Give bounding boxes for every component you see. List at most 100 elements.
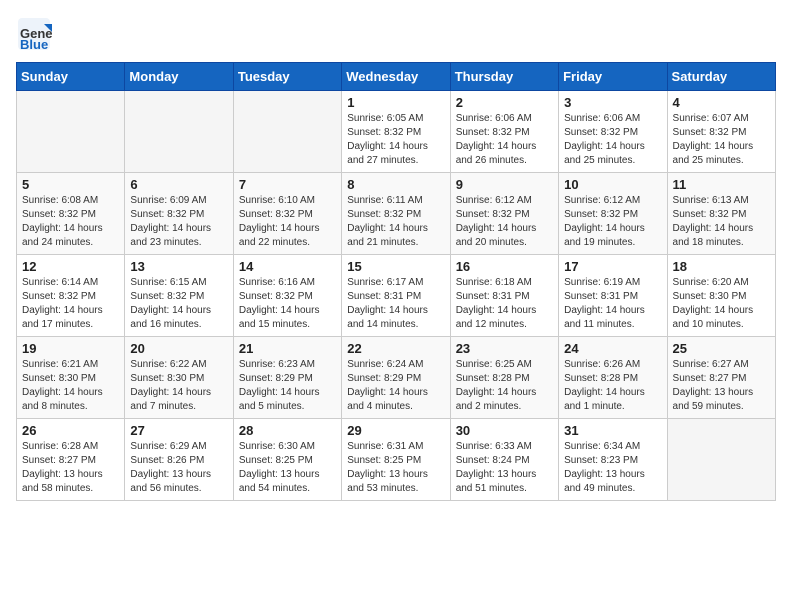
day-info: Sunrise: 6:28 AM Sunset: 8:27 PM Dayligh… (22, 440, 119, 496)
calendar-cell: 25 Sunrise: 6:27 AM Sunset: 8:27 PM Dayli… (667, 337, 775, 419)
day-number: 1 (347, 95, 444, 110)
day-info: Sunrise: 6:26 AM Sunset: 8:28 PM Dayligh… (564, 358, 661, 414)
day-number: 26 (22, 423, 119, 438)
logo: General Blue (16, 16, 52, 52)
day-info: Sunrise: 6:29 AM Sunset: 8:26 PM Dayligh… (130, 440, 227, 496)
calendar-cell: 17 Sunrise: 6:19 AM Sunset: 8:31 PM Dayli… (559, 255, 667, 337)
calendar-cell: 30 Sunrise: 6:33 AM Sunset: 8:24 PM Dayli… (450, 419, 558, 501)
day-number: 28 (239, 423, 336, 438)
day-number: 29 (347, 423, 444, 438)
col-header-friday: Friday (559, 63, 667, 91)
calendar-cell: 11 Sunrise: 6:13 AM Sunset: 8:32 PM Dayli… (667, 173, 775, 255)
col-header-thursday: Thursday (450, 63, 558, 91)
day-number: 15 (347, 259, 444, 274)
day-info: Sunrise: 6:14 AM Sunset: 8:32 PM Dayligh… (22, 276, 119, 332)
calendar-cell: 20Sunrise: 6:22 AM Sunset: 8:30 PM Dayli… (125, 337, 233, 419)
calendar-cell: 29 Sunrise: 6:31 AM Sunset: 8:25 PM Dayli… (342, 419, 450, 501)
day-number: 6 (130, 177, 227, 192)
day-number: 5 (22, 177, 119, 192)
day-info: Sunrise: 6:16 AM Sunset: 8:32 PM Dayligh… (239, 276, 336, 332)
calendar-week-1: 1 Sunrise: 6:05 AM Sunset: 8:32 PM Daylig… (17, 91, 776, 173)
col-header-wednesday: Wednesday (342, 63, 450, 91)
calendar-week-3: 12 Sunrise: 6:14 AM Sunset: 8:32 PM Dayli… (17, 255, 776, 337)
day-info: Sunrise: 6:27 AM Sunset: 8:27 PM Dayligh… (673, 358, 770, 414)
calendar-cell: 21Sunrise: 6:23 AM Sunset: 8:29 PM Dayli… (233, 337, 341, 419)
day-info: Sunrise: 6:09 AM Sunset: 8:32 PM Dayligh… (130, 194, 227, 250)
calendar-cell: 8 Sunrise: 6:11 AM Sunset: 8:32 PM Daylig… (342, 173, 450, 255)
calendar-cell: 28 Sunrise: 6:30 AM Sunset: 8:25 PM Dayli… (233, 419, 341, 501)
day-number: 23 (456, 341, 553, 356)
day-number: 22 (347, 341, 444, 356)
day-number: 8 (347, 177, 444, 192)
day-info: Sunrise: 6:18 AM Sunset: 8:31 PM Dayligh… (456, 276, 553, 332)
day-info: Sunrise: 6:11 AM Sunset: 8:32 PM Dayligh… (347, 194, 444, 250)
calendar-cell: 24 Sunrise: 6:26 AM Sunset: 8:28 PM Dayli… (559, 337, 667, 419)
day-info: Sunrise: 6:31 AM Sunset: 8:25 PM Dayligh… (347, 440, 444, 496)
day-number: 16 (456, 259, 553, 274)
calendar-cell: 15 Sunrise: 6:17 AM Sunset: 8:31 PM Dayli… (342, 255, 450, 337)
calendar-header-row: SundayMondayTuesdayWednesdayThursdayFrid… (17, 63, 776, 91)
day-number: 13 (130, 259, 227, 274)
svg-text:Blue: Blue (20, 37, 48, 52)
calendar-cell (233, 91, 341, 173)
calendar-cell: 31Sunrise: 6:34 AM Sunset: 8:23 PM Dayli… (559, 419, 667, 501)
calendar-cell (125, 91, 233, 173)
day-number: 27 (130, 423, 227, 438)
day-number: 24 (564, 341, 661, 356)
day-info: Sunrise: 6:05 AM Sunset: 8:32 PM Dayligh… (347, 112, 444, 168)
day-info: Sunrise: 6:06 AM Sunset: 8:32 PM Dayligh… (564, 112, 661, 168)
calendar-cell: 14 Sunrise: 6:16 AM Sunset: 8:32 PM Dayli… (233, 255, 341, 337)
day-number: 2 (456, 95, 553, 110)
day-number: 11 (673, 177, 770, 192)
day-number: 21 (239, 341, 336, 356)
calendar-cell: 7 Sunrise: 6:10 AM Sunset: 8:32 PM Daylig… (233, 173, 341, 255)
day-number: 10 (564, 177, 661, 192)
day-info: Sunrise: 6:30 AM Sunset: 8:25 PM Dayligh… (239, 440, 336, 496)
calendar-week-5: 26 Sunrise: 6:28 AM Sunset: 8:27 PM Dayli… (17, 419, 776, 501)
day-number: 31 (564, 423, 661, 438)
day-info: Sunrise: 6:12 AM Sunset: 8:32 PM Dayligh… (456, 194, 553, 250)
day-number: 7 (239, 177, 336, 192)
day-info: Sunrise: 6:21 AM Sunset: 8:30 PM Dayligh… (22, 358, 119, 414)
calendar-cell: 5Sunrise: 6:08 AM Sunset: 8:32 PM Daylig… (17, 173, 125, 255)
calendar-cell (667, 419, 775, 501)
calendar-cell: 9Sunrise: 6:12 AM Sunset: 8:32 PM Daylig… (450, 173, 558, 255)
day-info: Sunrise: 6:17 AM Sunset: 8:31 PM Dayligh… (347, 276, 444, 332)
day-number: 20 (130, 341, 227, 356)
day-info: Sunrise: 6:33 AM Sunset: 8:24 PM Dayligh… (456, 440, 553, 496)
col-header-monday: Monday (125, 63, 233, 91)
calendar-cell: 6 Sunrise: 6:09 AM Sunset: 8:32 PM Daylig… (125, 173, 233, 255)
logo-icon: General Blue (16, 16, 52, 52)
calendar-week-2: 5Sunrise: 6:08 AM Sunset: 8:32 PM Daylig… (17, 173, 776, 255)
day-number: 25 (673, 341, 770, 356)
day-number: 14 (239, 259, 336, 274)
calendar-cell: 18Sunrise: 6:20 AM Sunset: 8:30 PM Dayli… (667, 255, 775, 337)
calendar-cell: 10Sunrise: 6:12 AM Sunset: 8:32 PM Dayli… (559, 173, 667, 255)
day-info: Sunrise: 6:07 AM Sunset: 8:32 PM Dayligh… (673, 112, 770, 168)
calendar-cell: 19 Sunrise: 6:21 AM Sunset: 8:30 PM Dayli… (17, 337, 125, 419)
day-info: Sunrise: 6:15 AM Sunset: 8:32 PM Dayligh… (130, 276, 227, 332)
day-info: Sunrise: 6:25 AM Sunset: 8:28 PM Dayligh… (456, 358, 553, 414)
col-header-saturday: Saturday (667, 63, 775, 91)
calendar-table: SundayMondayTuesdayWednesdayThursdayFrid… (16, 62, 776, 501)
day-info: Sunrise: 6:10 AM Sunset: 8:32 PM Dayligh… (239, 194, 336, 250)
calendar-cell: 16 Sunrise: 6:18 AM Sunset: 8:31 PM Dayli… (450, 255, 558, 337)
col-header-tuesday: Tuesday (233, 63, 341, 91)
day-number: 17 (564, 259, 661, 274)
day-number: 3 (564, 95, 661, 110)
day-info: Sunrise: 6:13 AM Sunset: 8:32 PM Dayligh… (673, 194, 770, 250)
calendar-cell: 13 Sunrise: 6:15 AM Sunset: 8:32 PM Dayli… (125, 255, 233, 337)
day-info: Sunrise: 6:06 AM Sunset: 8:32 PM Dayligh… (456, 112, 553, 168)
calendar-week-4: 19 Sunrise: 6:21 AM Sunset: 8:30 PM Dayli… (17, 337, 776, 419)
day-info: Sunrise: 6:20 AM Sunset: 8:30 PM Dayligh… (673, 276, 770, 332)
day-info: Sunrise: 6:19 AM Sunset: 8:31 PM Dayligh… (564, 276, 661, 332)
day-number: 12 (22, 259, 119, 274)
day-number: 19 (22, 341, 119, 356)
calendar-cell (17, 91, 125, 173)
day-number: 30 (456, 423, 553, 438)
calendar-cell: 27 Sunrise: 6:29 AM Sunset: 8:26 PM Dayli… (125, 419, 233, 501)
calendar-cell: 22 Sunrise: 6:24 AM Sunset: 8:29 PM Dayli… (342, 337, 450, 419)
calendar-cell: 4Sunrise: 6:07 AM Sunset: 8:32 PM Daylig… (667, 91, 775, 173)
page-header: General Blue (16, 16, 776, 52)
day-info: Sunrise: 6:24 AM Sunset: 8:29 PM Dayligh… (347, 358, 444, 414)
